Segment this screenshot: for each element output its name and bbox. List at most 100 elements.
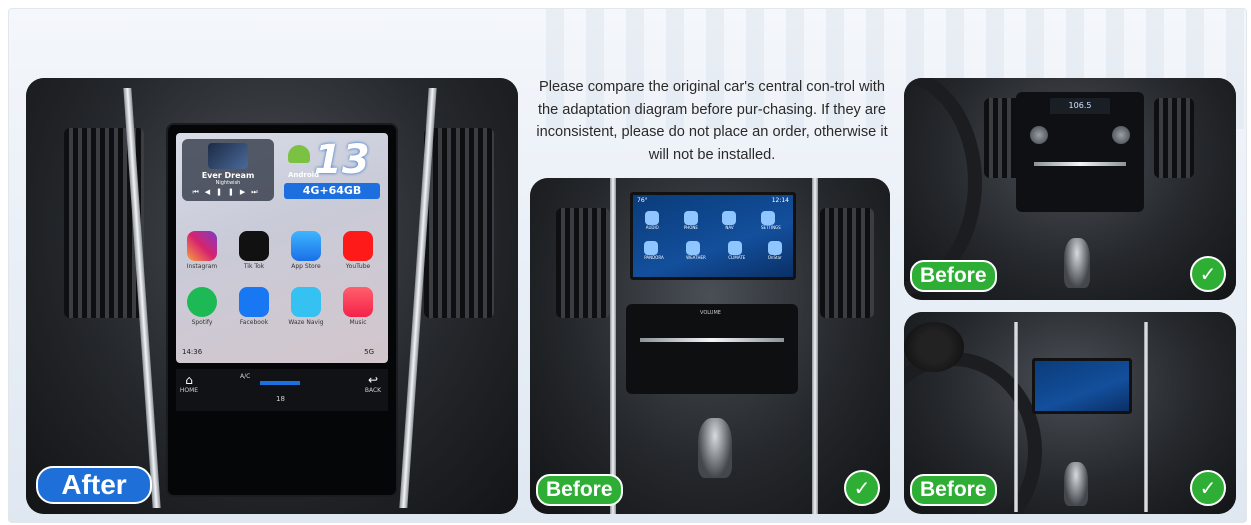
app-instagram[interactable]: Instagram xyxy=(180,231,224,270)
before-photo-bottom: Before ✓ xyxy=(904,312,1236,514)
radio-chrome-bar xyxy=(1034,162,1126,166)
volume-label: VOLUME xyxy=(700,310,721,316)
waze-icon xyxy=(291,287,321,317)
android-version: 13 xyxy=(314,137,370,183)
app-nav[interactable]: NAV xyxy=(722,211,737,230)
app-tiktok[interactable]: Tik Tok xyxy=(232,231,276,270)
app-youtube[interactable]: YouTube xyxy=(336,231,380,270)
gauge-cluster xyxy=(904,322,964,372)
gear-shifter xyxy=(1064,462,1088,506)
playback-controls[interactable]: ⏮◀❚❚▶⏭ xyxy=(182,188,274,197)
android-version-badge: 13 Android 4G+64GB xyxy=(284,137,382,201)
song-title: Ever Dream xyxy=(201,171,255,180)
app-onstar[interactable]: OnStar xyxy=(767,241,782,260)
app-label: App Store xyxy=(291,263,321,270)
app-label: CLIMATE xyxy=(728,255,746,260)
song-artist: Nightwish xyxy=(215,180,241,186)
app-label: YouTube xyxy=(345,263,371,270)
app-label: Waze Navig xyxy=(288,319,324,326)
climate-control-bar: ⌂ HOME A/C 18 ↩ BACK xyxy=(176,369,388,411)
home-label: HOME xyxy=(179,387,199,394)
left-chrome-trim xyxy=(1014,322,1018,512)
checkmark-icon: ✓ xyxy=(1190,470,1226,506)
radio-unit: 106.5 xyxy=(1016,92,1144,212)
onstar-icon xyxy=(767,241,782,255)
clock: 14:36 xyxy=(182,348,203,356)
temperature-value: 18 xyxy=(276,395,285,403)
after-photo: Ever Dream Nightwish ⏮◀❚❚▶⏭ 13 Android 4… xyxy=(26,78,518,514)
screen-temp: 76° xyxy=(637,197,648,204)
memory-badge: 4G+64GB xyxy=(284,183,380,199)
climate-panel: VOLUME xyxy=(626,304,798,394)
checkmark-icon: ✓ xyxy=(1190,256,1226,292)
youtube-icon xyxy=(343,231,373,261)
home-button[interactable]: ⌂ HOME xyxy=(178,373,200,394)
left-chrome-trim xyxy=(610,178,616,514)
back-icon: ↩ xyxy=(367,373,379,387)
head-unit-tablet: Ever Dream Nightwish ⏮◀❚❚▶⏭ 13 Android 4… xyxy=(166,123,398,497)
before-tag: Before xyxy=(536,474,623,506)
after-tag: After xyxy=(36,466,152,504)
android-label: Android xyxy=(288,171,320,179)
album-art xyxy=(208,143,248,169)
music-icon xyxy=(343,287,373,317)
status-bar: 14:36 5G xyxy=(182,346,382,360)
right-chrome-trim xyxy=(1144,322,1148,512)
volume-knob xyxy=(1030,126,1048,144)
gear-shifter xyxy=(698,418,732,478)
left-air-vent xyxy=(556,208,610,318)
tune-knob xyxy=(1112,126,1130,144)
app-weather[interactable]: WEATHER xyxy=(686,241,706,260)
app-label: WEATHER xyxy=(686,255,706,260)
app-appstore[interactable]: App Store xyxy=(284,231,328,270)
signal-indicator: 5G xyxy=(364,348,374,356)
app-label: Instagram xyxy=(186,263,218,270)
app-label: SETTINGS xyxy=(761,225,781,230)
app-label: Facebook xyxy=(239,319,269,326)
app-label: PANDORA xyxy=(644,255,664,260)
app-label: Music xyxy=(349,319,367,326)
music-widget[interactable]: Ever Dream Nightwish ⏮◀❚❚▶⏭ xyxy=(182,139,274,201)
screen-apps-row2: PANDORA WEATHER CLIMATE OnStar xyxy=(633,241,793,260)
app-facebook[interactable]: Facebook xyxy=(232,287,276,326)
app-climate[interactable]: CLIMATE xyxy=(728,241,745,260)
before-photo-top: 106.5 Before ✓ xyxy=(904,78,1236,300)
app-audio[interactable]: AUDIO xyxy=(645,211,660,230)
radio-display: 106.5 xyxy=(1050,98,1110,114)
tiktok-icon xyxy=(239,231,269,261)
audio-icon xyxy=(645,211,660,225)
android-screen: Ever Dream Nightwish ⏮◀❚❚▶⏭ 13 Android 4… xyxy=(176,133,388,363)
app-pandora[interactable]: PANDORA xyxy=(644,241,664,260)
weather-icon xyxy=(686,241,701,255)
back-button[interactable]: ↩ BACK xyxy=(362,373,384,394)
factory-screen: 76° 12:14 AUDIO PHONE NAV SETTINGS PANDO… xyxy=(630,192,796,280)
before-photo-main: 76° 12:14 AUDIO PHONE NAV SETTINGS PANDO… xyxy=(530,178,890,514)
app-label: Spotify xyxy=(191,319,213,326)
gear-shifter xyxy=(1064,238,1090,288)
app-label: OnStar xyxy=(767,255,782,260)
right-air-vent xyxy=(1154,98,1194,178)
back-label: BACK xyxy=(364,387,382,394)
fan-level-bar[interactable] xyxy=(260,381,300,385)
ac-label: A/C xyxy=(240,373,251,380)
phone-icon xyxy=(683,211,698,225)
app-label: Tik Tok xyxy=(243,263,265,270)
app-label: PHONE xyxy=(683,225,698,230)
app-music[interactable]: Music xyxy=(336,287,380,326)
app-label: AUDIO xyxy=(645,225,659,230)
nav-icon xyxy=(722,211,737,225)
compatibility-notice: Please compare the original car's centra… xyxy=(536,79,888,163)
climate-icon xyxy=(728,241,743,255)
before-tag: Before xyxy=(910,474,997,506)
right-chrome-trim xyxy=(812,178,818,514)
factory-screen xyxy=(1032,358,1132,414)
before-tag: Before xyxy=(910,260,997,292)
right-air-vent xyxy=(424,128,494,318)
app-phone[interactable]: PHONE xyxy=(683,211,698,230)
facebook-icon xyxy=(239,287,269,317)
app-settings[interactable]: SETTINGS xyxy=(761,211,781,230)
climate-chrome-bar xyxy=(640,338,784,342)
app-spotify[interactable]: Spotify xyxy=(180,287,224,326)
android-icon xyxy=(288,145,310,163)
app-waze[interactable]: Waze Navig xyxy=(284,287,328,326)
